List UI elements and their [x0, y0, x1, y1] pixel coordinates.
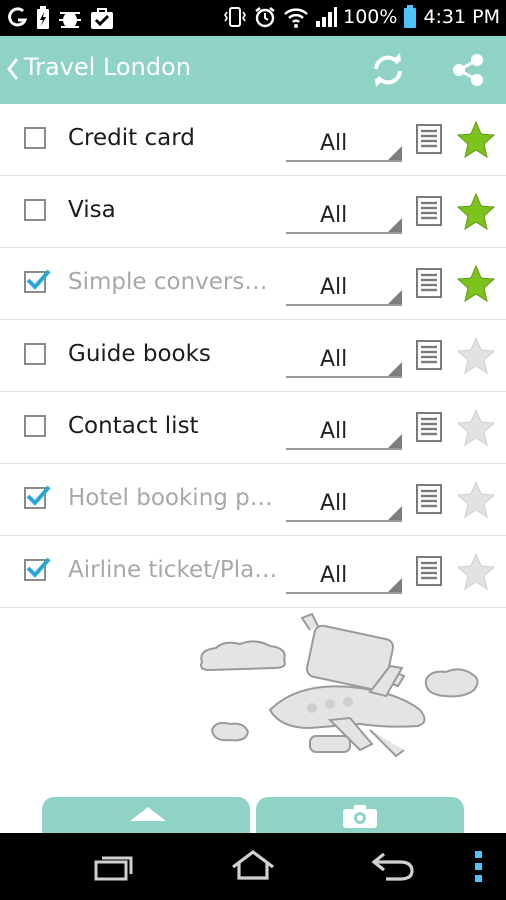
bottom-tabs: [42, 797, 464, 833]
note-icon[interactable]: [416, 124, 442, 154]
filter-value: All: [320, 563, 348, 588]
star-icon[interactable]: [456, 480, 496, 520]
filter-value: All: [320, 419, 348, 444]
list-item[interactable]: Simple conversa… All: [0, 248, 506, 320]
item-label[interactable]: Guide books: [68, 341, 278, 367]
filter-select[interactable]: All: [286, 344, 402, 378]
battery-percent: 100%: [343, 6, 398, 28]
filter-select[interactable]: All: [286, 200, 402, 234]
dropdown-triangle-icon: [388, 506, 402, 520]
star-icon[interactable]: [456, 408, 496, 448]
tab-collapse[interactable]: [42, 797, 250, 833]
dropdown-triangle-icon: [388, 146, 402, 160]
checklist: Credit card All Visa All Simple conversa…: [0, 104, 506, 608]
note-icon[interactable]: [416, 484, 442, 514]
filter-select[interactable]: All: [286, 416, 402, 450]
bag-check-icon: [91, 8, 113, 29]
battery-icon: [404, 5, 417, 28]
filter-value: All: [320, 491, 348, 516]
item-label[interactable]: Simple conversa…: [68, 269, 278, 295]
signal-icon: [316, 7, 338, 27]
battery-charging-icon: [37, 6, 49, 29]
airplane-robot-illustration: [200, 612, 479, 758]
filter-select[interactable]: All: [286, 560, 402, 594]
app-notification-icon: [8, 7, 28, 27]
note-icon[interactable]: [416, 412, 442, 442]
clock: 4:31 PM: [423, 6, 500, 28]
system-icons: 100% 4:31 PM: [223, 5, 500, 29]
share-icon[interactable]: [450, 52, 486, 88]
overflow-menu-icon[interactable]: [474, 849, 484, 885]
up-arrow-icon: [130, 807, 166, 821]
app-bar: Travel London: [0, 36, 506, 104]
checkbox[interactable]: [24, 269, 51, 293]
note-icon[interactable]: [416, 268, 442, 298]
navigation-bar: [0, 833, 506, 900]
checkbox[interactable]: [24, 127, 46, 149]
star-icon[interactable]: [456, 264, 496, 304]
list-item[interactable]: Credit card All: [0, 104, 506, 176]
chevron-left-icon[interactable]: [6, 56, 20, 82]
status-bar: 100% 4:31 PM: [0, 0, 506, 36]
checkbox[interactable]: [24, 343, 46, 365]
page-title[interactable]: Travel London: [24, 53, 191, 81]
checkmark-icon: [26, 269, 51, 290]
camera-icon: [343, 805, 377, 828]
star-icon[interactable]: [456, 336, 496, 376]
filter-value: All: [320, 347, 348, 372]
dropdown-triangle-icon: [388, 290, 402, 304]
note-icon[interactable]: [416, 340, 442, 370]
filter-select[interactable]: All: [286, 128, 402, 162]
item-label[interactable]: Visa: [68, 197, 278, 223]
dropdown-triangle-icon: [388, 578, 402, 592]
filter-value: All: [320, 203, 348, 228]
filter-select[interactable]: All: [286, 272, 402, 306]
item-label[interactable]: Hotel booking pri…: [68, 485, 278, 511]
item-label[interactable]: Contact list: [68, 413, 278, 439]
list-item[interactable]: Visa All: [0, 176, 506, 248]
item-label[interactable]: Airline ticket/Pla…: [68, 557, 278, 583]
debug-icon: [59, 12, 81, 28]
item-label[interactable]: Credit card: [68, 125, 278, 151]
star-icon[interactable]: [456, 120, 496, 160]
filter-value: All: [320, 275, 348, 300]
star-icon[interactable]: [456, 552, 496, 592]
filter-value: All: [320, 131, 348, 156]
dropdown-triangle-icon: [388, 218, 402, 232]
vibrate-icon: [224, 7, 247, 27]
star-icon[interactable]: [456, 192, 496, 232]
home-icon[interactable]: [230, 849, 276, 881]
list-item[interactable]: Guide books All: [0, 320, 506, 392]
note-icon[interactable]: [416, 556, 442, 586]
dropdown-triangle-icon: [388, 434, 402, 448]
checkbox[interactable]: [24, 557, 51, 581]
tab-camera[interactable]: [256, 797, 464, 833]
back-icon[interactable]: [370, 851, 416, 881]
checkmark-icon: [26, 485, 51, 506]
recent-apps-icon[interactable]: [93, 853, 133, 881]
checkmark-icon: [26, 557, 51, 578]
list-item[interactable]: Contact list All: [0, 392, 506, 464]
filter-select[interactable]: All: [286, 488, 402, 522]
dropdown-triangle-icon: [388, 362, 402, 376]
alarm-icon: [255, 7, 275, 28]
checkbox[interactable]: [24, 415, 46, 437]
checkbox[interactable]: [24, 485, 51, 509]
list-item[interactable]: Hotel booking pri… All: [0, 464, 506, 536]
notification-icons: [8, 6, 114, 30]
checkbox[interactable]: [24, 199, 46, 221]
note-icon[interactable]: [416, 196, 442, 226]
list-item[interactable]: Airline ticket/Pla… All: [0, 536, 506, 608]
refresh-icon[interactable]: [370, 52, 406, 88]
wifi-icon: [284, 8, 308, 28]
